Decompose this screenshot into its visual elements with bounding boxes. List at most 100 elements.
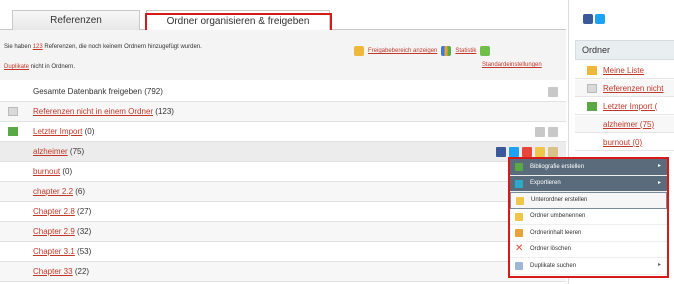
menu-item-delete-folder[interactable]: ✕ Ordner löschen [510, 242, 667, 258]
import-folder-icon [587, 102, 597, 111]
facebook-icon[interactable] [496, 147, 506, 157]
menu-item-empty-folder[interactable]: Ordnerinhalt leeren [510, 225, 667, 242]
add-icon[interactable] [522, 147, 532, 157]
sidebar-item-label: alzheimer (75) [603, 119, 655, 129]
delete-icon: ✕ [515, 242, 524, 254]
submenu-arrow-icon: ▸ [657, 262, 661, 268]
info-text: Sie haben [4, 44, 33, 50]
twitter-icon[interactable] [595, 14, 605, 24]
duplicates-link[interactable]: Duplikate [4, 64, 29, 70]
menu-item-find-duplicates[interactable]: Duplikate suchen ▸ [510, 258, 667, 275]
star-icon [587, 66, 597, 75]
info-line-duplicates: Duplikate nicht in Ordnern. [4, 64, 75, 70]
info-text: nicht in Ordnern. [29, 64, 76, 70]
folder-count: (0) [84, 127, 95, 136]
folder-name[interactable]: Chapter 2.9 [33, 227, 75, 236]
sidebar-item-my-list[interactable]: Meine Liste [575, 62, 674, 79]
tab-references[interactable]: Referenzen [12, 10, 140, 30]
release-area-link[interactable]: Freigabebereich anzeigen [368, 48, 437, 54]
sidebar-item-last-import[interactable]: Letzter Import ( [575, 98, 674, 115]
menu-item-label: Bibliografie erstellen [530, 163, 585, 170]
folder-count: (6) [75, 187, 86, 196]
share-icon[interactable] [548, 87, 558, 97]
folder-name[interactable]: chapter 2.2 [33, 187, 73, 196]
menu-item-label: Ordner umbenennen [530, 213, 586, 220]
folder-count: (22) [74, 267, 90, 276]
sidebar-item-burnout[interactable]: burnout (0) [575, 134, 674, 151]
chart-icon [441, 46, 452, 56]
menu-item-label: Ordnerinhalt leeren [530, 229, 582, 236]
twitter-icon[interactable] [509, 147, 519, 157]
folder-count: (27) [77, 207, 92, 216]
facebook-icon[interactable] [583, 14, 593, 24]
folder-count: (0) [62, 167, 73, 176]
share-icon[interactable] [548, 127, 558, 137]
folder-row-burnout[interactable]: burnout (0) [0, 162, 566, 182]
info-bar: Sie haben 123 Referenzen, die noch keine… [0, 30, 566, 80]
unfiled-count-link[interactable]: 123 [33, 44, 43, 50]
folder-count: (32) [77, 227, 92, 236]
defaults-link[interactable]: Standardeinstellungen [482, 62, 542, 68]
menu-item-export[interactable]: Exportieren ▸ [510, 175, 667, 192]
context-menu: Bibliografie erstellen ▸ Exportieren ▸ U… [508, 157, 669, 278]
empty-folder-icon [515, 229, 523, 237]
duplicates-icon [515, 262, 523, 270]
sidebar-item-label: burnout (0) [603, 137, 643, 147]
sidebar-item-unfiled[interactable]: Referenzen nicht [575, 80, 674, 97]
menu-item-create-bibliography[interactable]: Bibliografie erstellen ▸ [510, 159, 667, 176]
folder-name[interactable]: Referenzen nicht in einem Ordner [33, 107, 153, 116]
menu-item-rename-folder[interactable]: Ordner umbenennen [510, 209, 667, 225]
folder-row-chapter-2-2[interactable]: chapter 2.2 (6) [0, 182, 566, 202]
submenu-arrow-icon: ▸ [657, 163, 661, 169]
sidebar-item-label: Meine Liste [603, 65, 644, 75]
sidebar-item-label: Referenzen nicht [603, 83, 664, 93]
bibliography-icon [515, 163, 523, 171]
new-folder-icon [516, 197, 524, 205]
folder-action-icon[interactable] [535, 147, 545, 157]
folder-row-chapter-3-1[interactable]: Chapter 3.1 (53) [0, 242, 566, 262]
sidebar-item-label: Letzter Import ( [603, 101, 658, 111]
folder-row-share-all[interactable]: Gesamte Datenbank freigeben (792) [0, 82, 566, 102]
folder-icon [8, 107, 18, 116]
menu-item-label: Exportieren [530, 180, 561, 187]
folder-row-chapter-2-9[interactable]: Chapter 2.9 (32) [0, 222, 566, 242]
folder-count: (75) [69, 147, 85, 156]
folder-name[interactable]: Chapter 2.8 [33, 207, 75, 216]
tab-bar: Referenzen Ordner organisieren & freigeb… [0, 6, 566, 37]
main-panel: Referenzen Ordner organisieren & freigeb… [0, 0, 566, 284]
defaults-link-wrap: Standardeinstellungen [482, 62, 542, 68]
folder-row-unfiled[interactable]: Referenzen nicht in einem Ordner (123) [0, 102, 566, 122]
submenu-arrow-icon: ▸ [657, 179, 661, 186]
export-icon [515, 179, 523, 188]
folder-list: Gesamte Datenbank freigeben (792) Refere… [0, 82, 566, 282]
info-line-unfiled: Sie haben 123 Referenzen, die noch keine… [4, 44, 202, 50]
menu-item-label: Ordner löschen [530, 246, 572, 253]
share-icon[interactable] [548, 147, 558, 157]
sidebar-title: Ordner [575, 40, 674, 60]
menu-item-label: Unterordner erstellen [531, 197, 588, 204]
folder-name[interactable]: burnout [33, 167, 60, 176]
import-folder-icon [8, 127, 18, 136]
folder-row-last-import[interactable]: Letzter Import (0) [0, 122, 566, 142]
statistics-link[interactable]: Statistik [455, 48, 476, 54]
share-folder-icon [354, 46, 364, 56]
folder-icon [587, 84, 597, 93]
menu-item-create-subfolder[interactable]: Unterordner erstellen [510, 192, 667, 209]
folder-name[interactable]: Chapter 33 [33, 267, 73, 276]
folder-row-chapter-33[interactable]: Chapter 33 (22) [0, 262, 566, 282]
folder-row-chapter-2-8[interactable]: Chapter 2.8 (27) [0, 202, 566, 222]
sidebar-item-alzheimer[interactable]: alzheimer (75) [575, 116, 674, 133]
folder-count: (792) [144, 87, 163, 96]
info-text: Referenzen, die noch keinem Ordnern hinz… [42, 44, 202, 50]
menu-item-label: Duplikate suchen [530, 262, 577, 269]
folder-name[interactable]: Chapter 3.1 [33, 247, 75, 256]
folder-action-icon[interactable] [535, 127, 545, 137]
folder-name[interactable]: Letzter Import [33, 127, 82, 136]
rename-folder-icon [515, 212, 523, 221]
folder-row-alzheimer[interactable]: alzheimer (75) [0, 142, 566, 162]
sidebar-social [583, 14, 605, 24]
folder-name[interactable]: alzheimer [33, 147, 68, 156]
settings-icon [480, 46, 491, 56]
toolbar: Freigabebereich anzeigen Statistik [354, 46, 491, 56]
folder-count: (53) [77, 247, 92, 256]
